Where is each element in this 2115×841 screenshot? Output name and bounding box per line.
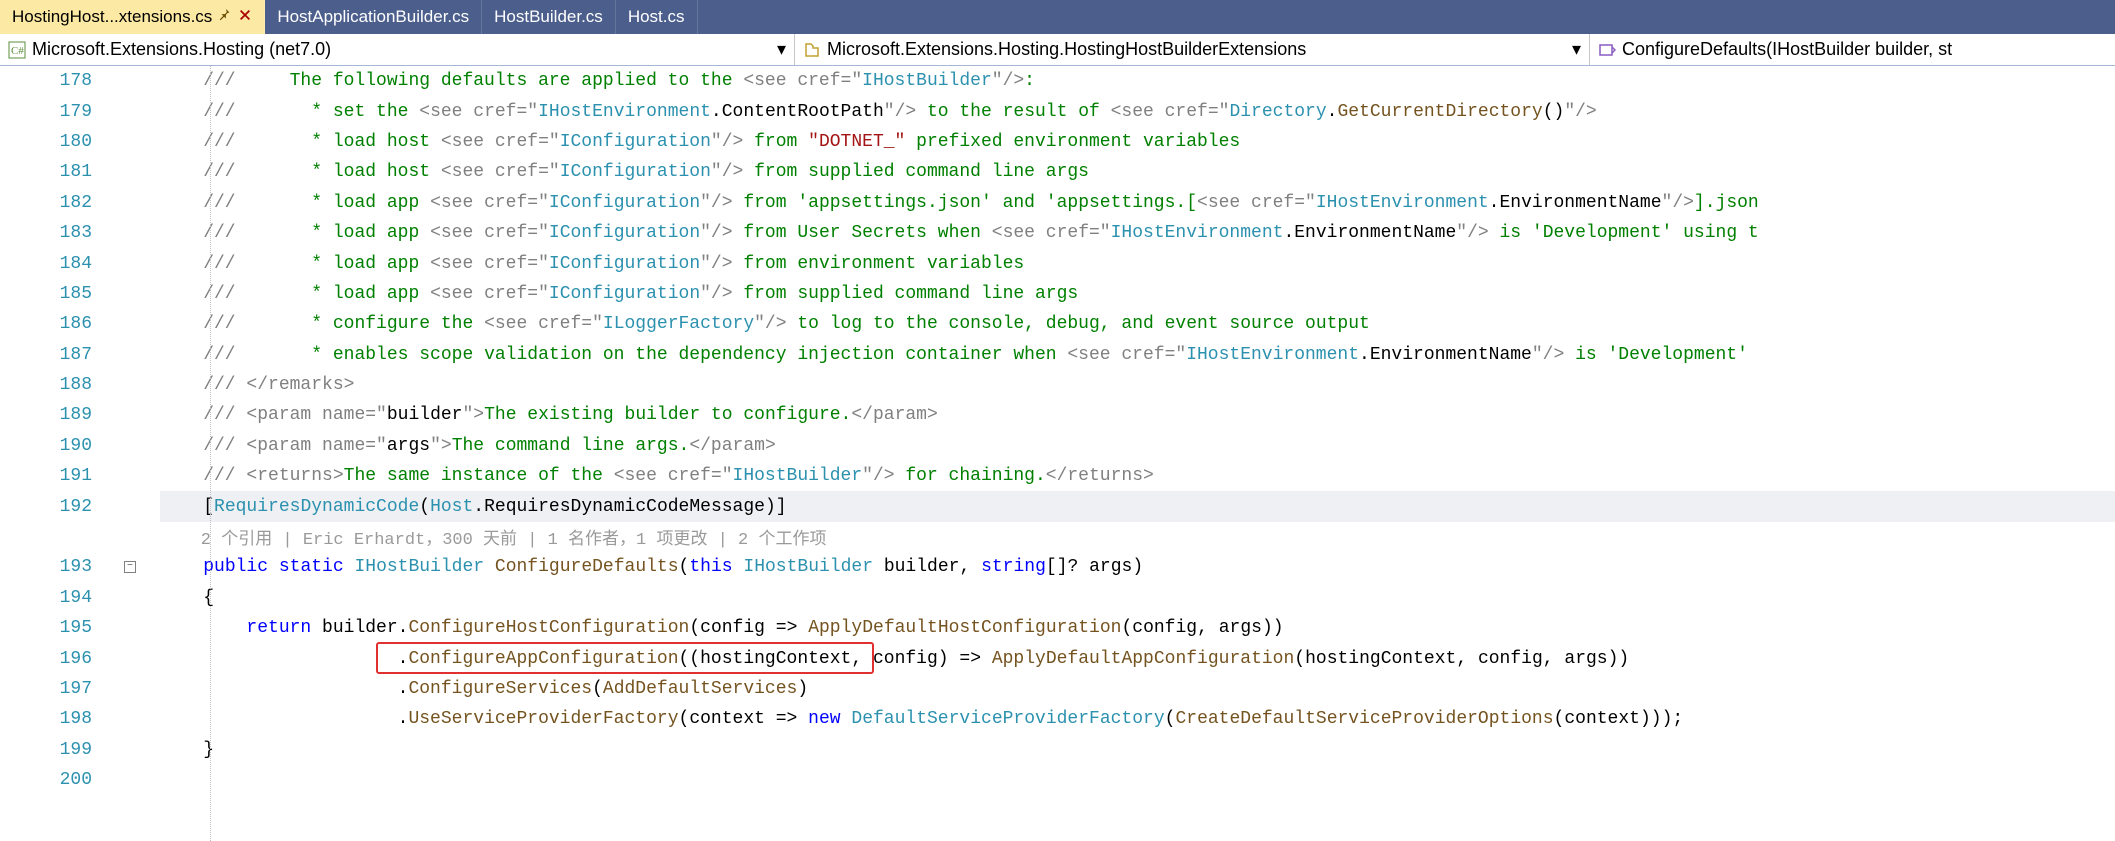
tab-label: Host.cs (628, 7, 685, 27)
project-name: Microsoft.Extensions.Hosting (net7.0) (32, 39, 331, 60)
csharp-icon: C# (8, 41, 26, 59)
line-number: 199 (0, 740, 110, 760)
line-number: 186 (0, 314, 110, 334)
gutter: 178 179 180 181 182 183 184 185 186 187 188 189 190 1… (0, 66, 160, 841)
line-number: 179 (0, 102, 110, 122)
line-number: 194 (0, 588, 110, 608)
line-number: 187 (0, 345, 110, 365)
line-number: 178 (0, 71, 110, 91)
line-number: 185 (0, 284, 110, 304)
chevron-down-icon: ▾ (777, 39, 786, 60)
line-number: 195 (0, 618, 110, 638)
line-number: 193 (0, 557, 110, 577)
line-number: 184 (0, 254, 110, 274)
line-number: 189 (0, 405, 110, 425)
code-line[interactable]: } (160, 735, 2115, 765)
line-number: 198 (0, 709, 110, 729)
member-dropdown[interactable]: ConfigureDefaults(IHostBuilder builder, … (1590, 34, 2115, 65)
code-column[interactable]: /// The following defaults are applied t… (160, 66, 2115, 841)
line-number: 192 (0, 497, 110, 517)
class-icon (803, 41, 821, 59)
code-editor[interactable]: 178 179 180 181 182 183 184 185 186 187 188 189 190 1… (0, 66, 2115, 841)
line-number: 191 (0, 466, 110, 486)
line-number: 182 (0, 193, 110, 213)
tab[interactable]: Host.cs (616, 0, 698, 34)
code-line[interactable]: [RequiresDynamicCode(Host.RequiresDynami… (160, 491, 2115, 521)
code-line[interactable]: /// * load host <see cref="IConfiguratio… (160, 127, 2115, 157)
code-line[interactable]: /// The following defaults are applied t… (160, 66, 2115, 96)
line-number: 188 (0, 375, 110, 395)
close-icon[interactable] (238, 7, 252, 27)
code-line[interactable]: .UseServiceProviderFactory(context => ne… (160, 704, 2115, 734)
code-line[interactable]: /// <param name="args">The command line … (160, 431, 2115, 461)
pin-icon[interactable] (218, 7, 232, 27)
code-line[interactable]: /// * enables scope validation on the de… (160, 340, 2115, 370)
code-line[interactable]: /// * load host <see cref="IConfiguratio… (160, 157, 2115, 187)
code-line[interactable]: .ConfigureAppConfiguration((hostingConte… (160, 643, 2115, 673)
type-dropdown[interactable]: Microsoft.Extensions.Hosting.HostingHost… (795, 34, 1590, 65)
project-dropdown[interactable]: C# Microsoft.Extensions.Hosting (net7.0)… (0, 34, 795, 65)
line-number: 181 (0, 162, 110, 182)
code-line[interactable]: .ConfigureServices(AddDefaultServices) (160, 674, 2115, 704)
line-number: 200 (0, 770, 110, 790)
member-name: ConfigureDefaults(IHostBuilder builder, … (1622, 39, 1952, 60)
tab[interactable]: HostBuilder.cs (482, 0, 616, 34)
code-line[interactable]: /// <returns>The same instance of the <s… (160, 461, 2115, 491)
codelens[interactable]: 2 个引用 | Eric Erhardt，300 天前 | 1 名作者，1 项更… (160, 522, 2115, 552)
code-line[interactable]: return builder.ConfigureHostConfiguratio… (160, 613, 2115, 643)
tab-label: HostApplicationBuilder.cs (277, 7, 469, 27)
line-number: 180 (0, 132, 110, 152)
code-line[interactable]: /// <param name="builder">The existing b… (160, 400, 2115, 430)
line-number: 197 (0, 679, 110, 699)
navigation-bar: C# Microsoft.Extensions.Hosting (net7.0)… (0, 34, 2115, 66)
code-line[interactable] (160, 765, 2115, 795)
type-name: Microsoft.Extensions.Hosting.HostingHost… (827, 39, 1306, 60)
fold-toggle[interactable]: − (124, 561, 136, 573)
code-line[interactable]: /// * configure the <see cref="ILoggerFa… (160, 309, 2115, 339)
code-line[interactable]: /// * set the <see cref="IHostEnvironmen… (160, 96, 2115, 126)
line-number: 196 (0, 649, 110, 669)
tab[interactable]: HostApplicationBuilder.cs (265, 0, 482, 34)
line-number: 190 (0, 436, 110, 456)
code-line[interactable]: public static IHostBuilder ConfigureDefa… (160, 552, 2115, 582)
tab-active[interactable]: HostingHost...xtensions.cs (0, 0, 265, 34)
method-icon (1598, 41, 1616, 59)
code-line[interactable]: { (160, 583, 2115, 613)
tab-label: HostBuilder.cs (494, 7, 603, 27)
tab-label: HostingHost...xtensions.cs (12, 7, 212, 27)
line-number: 183 (0, 223, 110, 243)
tab-row: HostingHost...xtensions.cs HostApplicati… (0, 0, 2115, 34)
chevron-down-icon: ▾ (1572, 39, 1581, 60)
code-line[interactable]: /// </remarks> (160, 370, 2115, 400)
svg-text:C#: C# (11, 45, 24, 57)
code-line[interactable]: /// * load app <see cref="IConfiguration… (160, 248, 2115, 278)
code-line[interactable]: /// * load app <see cref="IConfiguration… (160, 188, 2115, 218)
code-line[interactable]: /// * load app <see cref="IConfiguration… (160, 279, 2115, 309)
code-line[interactable]: /// * load app <see cref="IConfiguration… (160, 218, 2115, 248)
